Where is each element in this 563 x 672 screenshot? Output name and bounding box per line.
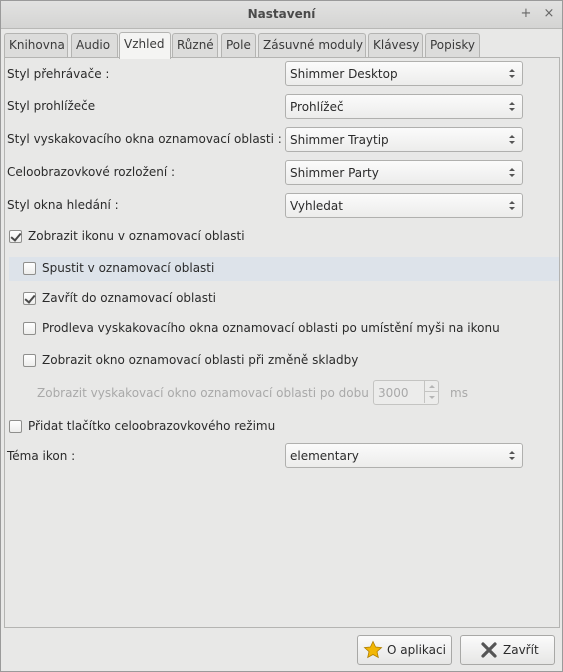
title-bar: Nastavení + ×	[1, 1, 562, 29]
popup-delay-checkbox[interactable]	[23, 322, 36, 335]
popup-duration-label: Zobrazit vyskakovací okno oznamovací obl…	[37, 386, 369, 400]
close-to-tray-label[interactable]: Zavřít do oznamovací oblasti	[42, 291, 216, 305]
tab-hotkeys[interactable]: Klávesy	[368, 33, 423, 58]
tab-audio[interactable]: Audio	[71, 33, 118, 58]
search-window-style-combo[interactable]: Vyhledat	[285, 193, 523, 218]
close-button[interactable]: Zavřít	[460, 635, 555, 665]
fullscreen-button-label[interactable]: Přidat tlačítko celoobrazovkového režimu	[28, 419, 275, 433]
popup-duration-value: 3000	[378, 386, 409, 400]
popup-on-track-change-checkbox[interactable]	[23, 354, 36, 367]
popup-delay-label[interactable]: Prodleva vyskakovacího okna oznamovací o…	[42, 321, 500, 335]
close-button-label: Zavřít	[503, 643, 539, 657]
tray-popup-style-label: Styl vyskakovacího okna oznamovací oblas…	[7, 132, 282, 146]
chevron-updown-icon	[509, 451, 515, 460]
icon-theme-label: Téma ikon :	[7, 449, 76, 463]
show-tray-icon-checkbox[interactable]	[9, 230, 22, 243]
tab-misc[interactable]: Různé	[172, 33, 218, 58]
fullscreen-layout-combo[interactable]: Shimmer Party	[285, 160, 523, 185]
spin-down-button[interactable]	[424, 392, 438, 403]
chevron-up-icon	[429, 385, 435, 388]
start-in-tray-checkbox[interactable]	[23, 262, 36, 275]
browser-style-label: Styl prohlížeče	[7, 99, 96, 113]
popup-duration-spinner[interactable]: 3000	[373, 380, 439, 405]
tab-appearance[interactable]: Vzhled	[119, 32, 171, 59]
fullscreen-button-checkbox[interactable]	[9, 420, 22, 433]
chevron-updown-icon	[509, 102, 515, 111]
chevron-updown-icon	[509, 168, 515, 177]
start-in-tray-label[interactable]: Spustit v oznamovací oblasti	[42, 261, 214, 275]
close-icon	[481, 642, 497, 658]
search-window-style-value: Vyhledat	[290, 199, 343, 213]
window-close-icon[interactable]: ×	[541, 6, 557, 22]
browser-style-combo[interactable]: Prohlížeč	[285, 94, 523, 119]
close-to-tray-checkbox[interactable]	[23, 292, 36, 305]
tab-plugins[interactable]: Zásuvné moduly	[258, 33, 366, 58]
about-button-label: O aplikaci	[387, 643, 446, 657]
search-window-style-label: Styl okna hledání :	[7, 198, 119, 212]
appearance-panel: Styl přehrávače : Shimmer Desktop Styl p…	[4, 57, 560, 628]
star-icon	[363, 640, 383, 659]
popup-duration-unit: ms	[450, 386, 468, 400]
chevron-down-icon	[429, 396, 435, 399]
popup-on-track-change-label[interactable]: Zobrazit okno oznamovací oblasti při změ…	[42, 353, 358, 367]
player-style-combo[interactable]: Shimmer Desktop	[285, 61, 523, 86]
show-tray-icon-label[interactable]: Zobrazit ikonu v oznamovací oblasti	[28, 229, 245, 243]
tab-tooltips[interactable]: Popisky	[425, 33, 480, 58]
tab-fields[interactable]: Pole	[221, 33, 256, 58]
about-button[interactable]: O aplikaci	[357, 635, 452, 665]
window-title: Nastavení	[247, 7, 316, 21]
pin-icon[interactable]: +	[518, 6, 534, 22]
preferences-window: Nastavení + × Knihovna Audio Vzhled Různ…	[0, 0, 563, 672]
spin-up-button[interactable]	[424, 381, 438, 392]
fullscreen-layout-value: Shimmer Party	[290, 166, 379, 180]
icon-theme-combo[interactable]: elementary	[285, 443, 523, 468]
fullscreen-layout-label: Celoobrazovkové rozložení :	[7, 165, 176, 179]
chevron-updown-icon	[509, 201, 515, 210]
chevron-updown-icon	[509, 69, 515, 78]
tab-library[interactable]: Knihovna	[4, 33, 68, 58]
chevron-updown-icon	[509, 135, 515, 144]
tray-popup-style-combo[interactable]: Shimmer Traytip	[285, 127, 523, 152]
tray-popup-style-value: Shimmer Traytip	[290, 133, 389, 147]
player-style-label: Styl přehrávače :	[7, 67, 110, 81]
browser-style-value: Prohlížeč	[290, 100, 344, 114]
player-style-value: Shimmer Desktop	[290, 67, 398, 81]
icon-theme-value: elementary	[290, 449, 359, 463]
